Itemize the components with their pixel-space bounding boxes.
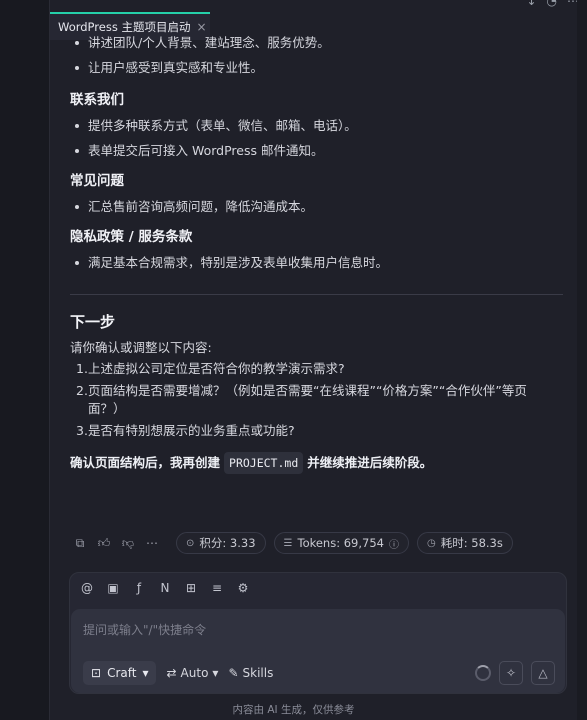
item-number: 3. [76, 423, 88, 438]
tokens-badge: ☰ Tokens: 69,754 ⓘ [273, 532, 409, 554]
sparkle-icon: ✧ [505, 666, 517, 680]
list-item: 提供多种联系方式（表单、微信、邮箱、电话）。 [70, 117, 570, 135]
left-sidebar [0, 0, 50, 720]
time-label: 耗时: 58.3s [440, 536, 503, 550]
chevron-down-icon: ▾ [142, 666, 149, 680]
more-icon[interactable]: ⋯ [144, 535, 160, 551]
item-text: 是否有特别想展示的业务重点或功能? [88, 423, 295, 438]
database-icon: ☰ [283, 537, 293, 549]
list-icon[interactable]: ≡ [210, 581, 224, 595]
confirm-line: 确认页面结构后，我再创建 PROJECT.md 并继续推进后续阶段。 [70, 452, 570, 474]
mode-select[interactable]: ⊡ Craft ▾ [83, 661, 157, 685]
copy-icon[interactable]: ⧉ [72, 535, 88, 551]
terminal-icon: ⊡ [91, 666, 102, 680]
chevron-down-icon: ▾ [212, 666, 219, 680]
tools-icon[interactable]: ⚙ [236, 581, 250, 595]
skills-label: Skills [242, 666, 274, 680]
list-item: 2. 页面结构是否需要增减？（例如是否需要“在线课程”“价格方案”“合作伙伴”等… [70, 382, 570, 418]
confirm-text-after: 并继续推进后续阶段。 [307, 455, 433, 470]
figma-icon[interactable]: ƒ [132, 581, 146, 595]
image-icon[interactable]: ▣ [106, 581, 120, 595]
history-icon[interactable]: ◔ [547, 0, 557, 8]
route-icon: ⇄ [166, 666, 177, 680]
list-item: 让用户感受到真实感和专业性。 [70, 59, 570, 77]
item-text: 上述虚拟公司定位是否符合你的教学演示需求? [88, 361, 345, 376]
clock-icon: ◷ [426, 537, 436, 549]
list-item: 满足基本合规需求，特别是涉及表单收集用户信息时。 [70, 254, 570, 272]
section-title-contact: 联系我们 [70, 92, 124, 108]
time-badge: ◷ 耗时: 58.3s [416, 532, 513, 554]
list-item: 1. 上述虚拟公司定位是否符合你的教学演示需求? [70, 360, 570, 378]
next-steps-title: 下一步 [70, 313, 116, 331]
points-label: 积分: 3.33 [199, 536, 256, 550]
list-item: 3. 是否有特别想展示的业务重点或功能? [70, 422, 570, 440]
send-button[interactable]: △ [531, 661, 555, 685]
section-title-privacy: 隐私政策 / 服务条款 [70, 229, 193, 245]
model-select[interactable]: ⇄ Auto ▾ [166, 666, 218, 680]
skills-button[interactable]: ✎ Skills [228, 666, 273, 680]
section-title-faq: 常见问题 [70, 173, 124, 189]
item-number: 1. [76, 361, 88, 376]
coin-icon: ⊙ [186, 537, 195, 549]
mode-label: Craft [107, 666, 137, 680]
item-text: 页面结构是否需要增减？（例如是否需要“在线课程”“价格方案”“合作伙伴”等页面？… [88, 383, 527, 416]
list-item: 表单提交后可接入 WordPress 邮件通知。 [70, 142, 570, 160]
item-number: 2. [76, 383, 88, 398]
sort-icon[interactable]: ↕ [526, 0, 536, 8]
send-icon: △ [538, 666, 548, 680]
ai-disclaimer: 内容由 AI 生成，仅供参考 [232, 704, 355, 716]
prompt-placeholder: 提问或输入"/"快捷命令 [83, 623, 207, 637]
top-toolbar: ↕ ◔ ⋯ [526, 0, 579, 8]
list-item: 讲述团队/个人背景、建站理念、服务优势。 [70, 34, 570, 52]
tokens-label: Tokens: 69,754 [297, 536, 384, 550]
notion-icon[interactable]: N [158, 581, 172, 595]
confirm-text-before: 确认页面结构后，我再创建 [70, 455, 221, 470]
prompt-input[interactable]: 提问或输入"/"快捷命令 ⊡ Craft ▾ ⇄ Auto ▾ ✎ Skills… [71, 609, 565, 693]
composer-controls: ⊡ Craft ▾ ⇄ Auto ▾ ✎ Skills [83, 661, 273, 685]
composer-right-controls: ✧ △ [475, 661, 555, 685]
divider [70, 294, 563, 295]
composer-toolbar: @ ▣ ƒ N ⊞ ≡ ⚙ [80, 581, 250, 595]
enhance-button[interactable]: ✧ [499, 661, 523, 685]
next-steps-intro: 请你确认或调整以下内容: [70, 340, 212, 355]
thumbs-up-icon[interactable]: 👍︎ [96, 535, 112, 551]
info-icon[interactable]: ⓘ [389, 536, 399, 551]
points-badge: ⊙ 积分: 3.33 [176, 532, 266, 554]
model-label: Auto [180, 666, 209, 680]
inline-code: PROJECT.md [224, 452, 304, 474]
list-item: 汇总售前咨询高频问题，降低沟通成本。 [70, 198, 570, 216]
loading-icon [475, 665, 491, 681]
thumbs-down-icon[interactable]: 👎︎ [120, 535, 136, 551]
mention-icon[interactable]: @ [80, 581, 94, 595]
book-icon[interactable]: ⊞ [184, 581, 198, 595]
message-actions: ⧉ 👍︎ 👎︎ ⋯ ⊙ 积分: 3.33 ☰ Tokens: 69,754 ⓘ … [72, 532, 513, 554]
scrollbar[interactable] [577, 0, 587, 720]
skills-icon: ✎ [228, 666, 239, 680]
chat-composer: @ ▣ ƒ N ⊞ ≡ ⚙ 提问或输入"/"快捷命令 ⊡ Craft ▾ ⇄ A… [69, 572, 567, 694]
chat-message: 讲述团队/个人背景、建站理念、服务优势。 让用户感受到真实感和专业性。 联系我们… [70, 32, 570, 474]
